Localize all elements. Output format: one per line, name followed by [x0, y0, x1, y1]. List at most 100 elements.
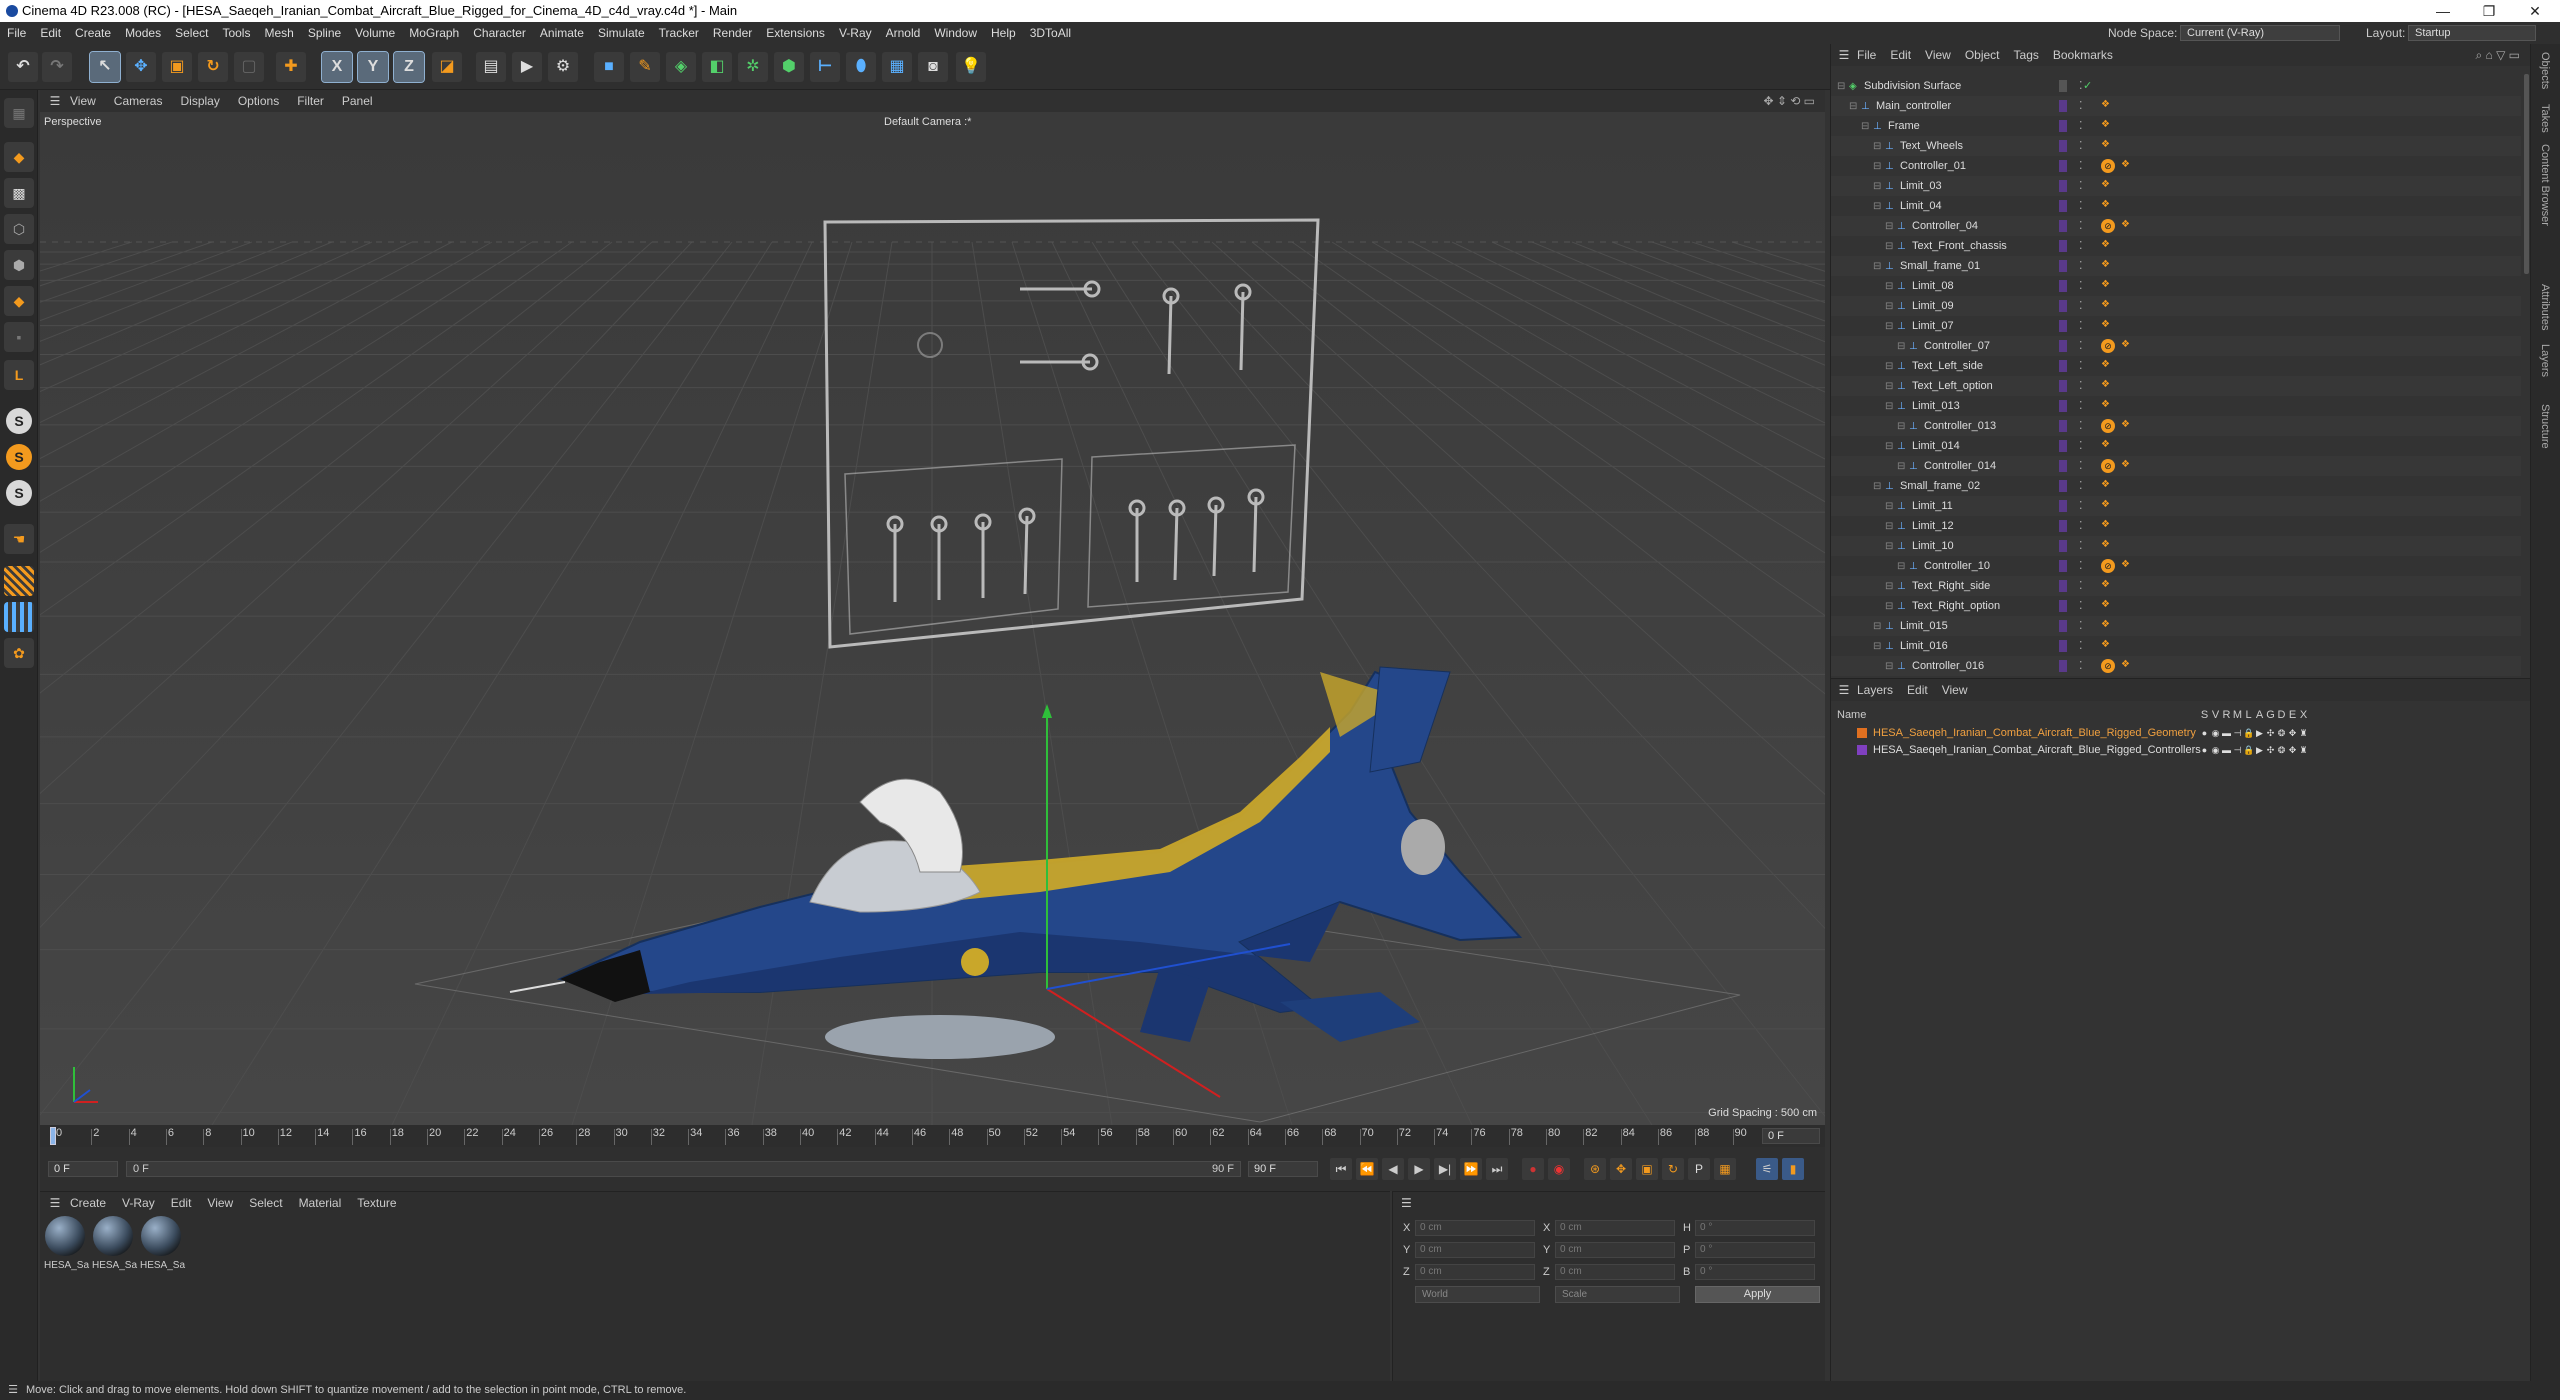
xpresso-tag-icon[interactable]: ❖ [2121, 560, 2130, 570]
layer-color-icon[interactable] [2059, 640, 2067, 652]
protection-tag-icon[interactable]: ❖ [2101, 280, 2110, 290]
layer-color-swatch[interactable] [1857, 728, 1867, 738]
layer-color-icon[interactable] [2059, 120, 2067, 132]
menu-spline[interactable]: Spline [308, 26, 341, 40]
mograph-icon[interactable]: ⬢ [774, 52, 804, 82]
size-y-field[interactable]: 0 cm [1555, 1242, 1675, 1258]
viewport-camera-name[interactable]: Default Camera :* [884, 116, 971, 128]
expand-icon[interactable]: ⊟ [1885, 437, 1897, 457]
protection-tag-icon[interactable]: ❖ [2101, 640, 2110, 650]
menu-help[interactable]: Help [991, 26, 1016, 40]
key-param-icon[interactable]: P [1688, 1158, 1710, 1180]
visibility-dots-icon[interactable]: ⁚ [2079, 336, 2083, 356]
menu-create[interactable]: Create [75, 26, 111, 40]
protection-tag-icon[interactable]: ❖ [2101, 580, 2110, 590]
timeline-playhead[interactable] [50, 1127, 56, 1145]
expand-icon[interactable]: ⊟ [1873, 197, 1885, 217]
pen-icon[interactable]: ✎ [630, 52, 660, 82]
object-row[interactable]: ⊟ ⊥ Limit_11 ⁚ ❖ [1831, 496, 2521, 516]
expand-icon[interactable]: ⊟ [1861, 117, 1873, 137]
material-swatch[interactable]: HESA_Sa [92, 1216, 137, 1278]
object-row[interactable]: ⊟ ⊥ Text_Right_side ⁚ ❖ [1831, 576, 2521, 596]
layer-color-icon[interactable] [2059, 480, 2067, 492]
rotate-tool-icon[interactable]: ↻ [198, 52, 228, 82]
visibility-dots-icon[interactable]: ⁚ [2079, 516, 2083, 536]
protection-tag-icon[interactable]: ❖ [2101, 380, 2110, 390]
visibility-dots-icon[interactable]: ⁚ [2079, 596, 2083, 616]
object-row[interactable]: ⊟ ⊥ Limit_014 ⁚ ❖ [1831, 436, 2521, 456]
xpresso-tag-icon[interactable]: ❖ [2121, 420, 2130, 430]
field-icon[interactable]: ⬮ [846, 52, 876, 82]
object-row[interactable]: ⊟ ⊥ Controller_01 ⁚ ⊘ ❖ [1831, 156, 2521, 176]
expand-icon[interactable]: ⊟ [1837, 77, 1849, 97]
snap-settings-icon[interactable]: S [6, 444, 32, 470]
visibility-dots-icon[interactable]: ⁚ [2079, 656, 2083, 676]
material-swatch[interactable]: HESA_Sa [44, 1216, 89, 1278]
viewport-menu-cameras[interactable]: Cameras [114, 94, 163, 108]
material-hamburger-icon[interactable]: ☰ [40, 1192, 70, 1214]
minimize-button[interactable]: — [2420, 0, 2466, 22]
objects-menu-tags[interactable]: Tags [2014, 48, 2039, 62]
z-axis-icon[interactable]: Z [393, 51, 425, 83]
menu-extensions[interactable]: Extensions [766, 26, 825, 40]
viewport-hamburger-icon[interactable]: ☰ [40, 90, 70, 112]
next-key-icon[interactable]: ⏩ [1460, 1158, 1482, 1180]
object-row[interactable]: ⊟ ⊥ Limit_07 ⁚ ❖ [1831, 316, 2521, 336]
key-pla-icon[interactable]: ▦ [1714, 1158, 1736, 1180]
apply-button[interactable]: Apply [1695, 1286, 1820, 1303]
object-row[interactable]: ⊟ ⊥ Limit_09 ⁚ ❖ [1831, 296, 2521, 316]
snap-icon[interactable]: S [6, 408, 32, 434]
visibility-dots-icon[interactable]: ⁚ [2079, 436, 2083, 456]
object-row[interactable]: ⊟ ⊥ Limit_08 ⁚ ❖ [1831, 276, 2521, 296]
object-row[interactable]: ⊟ ◈ Subdivision Surface ⁚ ✓ [1831, 76, 2521, 96]
objects-search-icons[interactable]: ⌕ ⌂ ▽ ▭ [2475, 44, 2520, 66]
object-row[interactable]: ⊟ ⊥ Controller_04 ⁚ ⊘ ❖ [1831, 216, 2521, 236]
protection-tag-icon[interactable]: ❖ [2101, 440, 2110, 450]
object-row[interactable]: ⊟ ⊥ Main_controller ⁚ ❖ [1831, 96, 2521, 116]
viewport-menu-filter[interactable]: Filter [297, 94, 324, 108]
layer-toggle-icon[interactable]: ✥ [2287, 725, 2298, 741]
layer-toggle-icon[interactable]: ♜ [2298, 725, 2309, 741]
select-tool-icon[interactable]: ↖ [89, 51, 121, 83]
object-row[interactable]: ⊟ ⊥ Text_Right_option ⁚ ❖ [1831, 596, 2521, 616]
protection-tag-icon[interactable]: ❖ [2101, 360, 2110, 370]
paint-icon[interactable]: ✿ [4, 638, 34, 668]
layer-color-icon[interactable] [2059, 520, 2067, 532]
layer-color-icon[interactable] [2059, 620, 2067, 632]
visibility-dots-icon[interactable]: ⁚ [2079, 296, 2083, 316]
pos-x-field[interactable]: 0 cm [1415, 1220, 1535, 1236]
key-scale-icon[interactable]: ▣ [1636, 1158, 1658, 1180]
object-row[interactable]: ⊟ ⊥ Small_frame_01 ⁚ ❖ [1831, 256, 2521, 276]
layer-color-icon[interactable] [2059, 180, 2067, 192]
constraint-tag-icon[interactable]: ⊘ [2101, 339, 2115, 353]
visibility-dots-icon[interactable]: ⁚ [2079, 156, 2083, 176]
objects-scrollbar[interactable] [2524, 74, 2529, 274]
layers-menu-view[interactable]: View [1942, 683, 1968, 697]
goto-end-icon[interactable]: ⏭ [1486, 1158, 1508, 1180]
expand-icon[interactable]: ⊟ [1897, 457, 1909, 477]
expand-icon[interactable]: ⊟ [1885, 537, 1897, 557]
expand-icon[interactable]: ⊟ [1885, 397, 1897, 417]
right-tab-objects[interactable]: Objects [2539, 52, 2551, 89]
expand-icon[interactable]: ⊟ [1873, 637, 1885, 657]
record-icon[interactable]: ● [1522, 1158, 1544, 1180]
object-row[interactable]: ⊟ ⊥ Limit_013 ⁚ ❖ [1831, 396, 2521, 416]
layer-color-icon[interactable] [2059, 360, 2067, 372]
layer-color-icon[interactable] [2059, 340, 2067, 352]
layer-color-icon[interactable] [2059, 100, 2067, 112]
size-x-field[interactable]: 0 cm [1555, 1220, 1675, 1236]
protection-tag-icon[interactable]: ❖ [2101, 200, 2110, 210]
edges-mode-icon[interactable]: ⬢ [4, 250, 34, 280]
object-row[interactable]: ⊟ ⊥ Small_frame_02 ⁚ ❖ [1831, 476, 2521, 496]
timeline-mode-icon[interactable]: ⚟ [1756, 1158, 1778, 1180]
grid-icon[interactable] [4, 566, 34, 596]
layer-color-icon[interactable] [2059, 660, 2067, 672]
coordinates-hamburger-icon[interactable]: ☰ [1393, 1192, 1825, 1214]
object-tree[interactable]: ⊟ ◈ Subdivision Surface ⁚ ✓ ⊟ ⊥ Main_controller… [1831, 76, 2521, 676]
visibility-dots-icon[interactable]: ⁚ [2079, 256, 2083, 276]
menu-select[interactable]: Select [175, 26, 208, 40]
material-menu-texture[interactable]: Texture [357, 1196, 396, 1210]
deformer-icon[interactable]: ⊢ [810, 52, 840, 82]
menu-animate[interactable]: Animate [540, 26, 584, 40]
layer-toggle-icon[interactable]: ▶ [2254, 725, 2265, 741]
